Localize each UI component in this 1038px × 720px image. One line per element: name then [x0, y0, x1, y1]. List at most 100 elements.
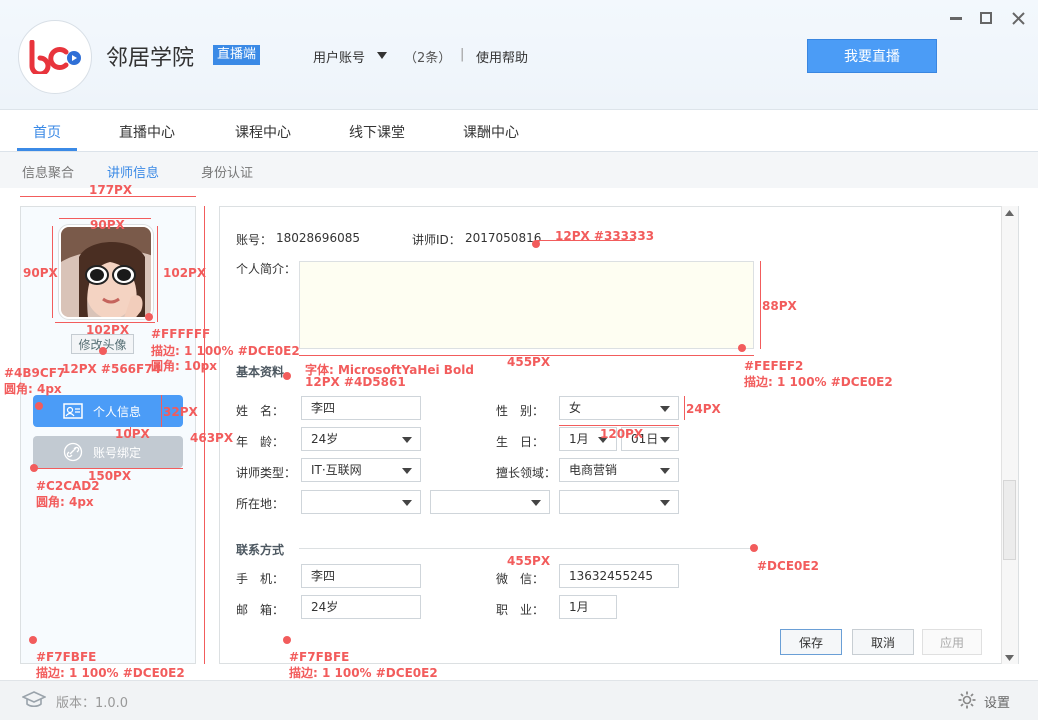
scrollbar[interactable]	[1001, 206, 1018, 664]
go-live-button[interactable]: 我要直播	[807, 39, 937, 73]
annotation-dot	[283, 636, 291, 644]
version-text: 版本：1.0.0	[56, 696, 129, 711]
account-count: （2条）	[404, 51, 452, 66]
teacher-id-value: 2017050816	[465, 231, 542, 245]
teacher-type-value: IT·互联网	[311, 463, 362, 477]
minimize-icon[interactable]	[950, 17, 964, 31]
chevron-down-icon[interactable]	[377, 52, 387, 59]
tab-fee-center[interactable]: 课酬中心	[463, 122, 519, 142]
subtab-teacher-info[interactable]: 讲师信息	[107, 162, 159, 181]
close-icon[interactable]	[1012, 12, 1026, 26]
subtab-info-aggregate[interactable]: 信息聚合	[22, 162, 74, 181]
annotation-label: 描边: 1 100% #DCE0E2	[36, 666, 185, 680]
annotation-label: 圆角: 4px	[4, 382, 62, 396]
scroll-down-icon[interactable]	[1004, 654, 1015, 662]
job-input[interactable]: 1月	[559, 595, 617, 619]
annotation-dot	[29, 636, 37, 644]
annotation-dot	[283, 372, 291, 380]
annotation-dot	[532, 240, 540, 248]
age-select[interactable]: 24岁	[301, 427, 421, 451]
annotation-label: 102PX	[86, 323, 130, 337]
name-label: 姓 名：	[236, 404, 285, 418]
scroll-up-icon[interactable]	[1004, 209, 1015, 217]
teacher-type-select[interactable]: IT·互联网	[301, 458, 421, 482]
field-select[interactable]: 电商营销	[559, 458, 679, 482]
annotation-label: 120PX	[600, 427, 644, 441]
annotation-label: 90PX	[23, 266, 58, 280]
teacher-id-label: 讲师ID：	[412, 233, 461, 247]
annotation-dot	[738, 344, 746, 352]
account-value: 18028696085	[276, 231, 360, 245]
annotation-label: 圆角: 4px	[36, 495, 94, 509]
district-select[interactable]	[559, 490, 679, 514]
gender-select[interactable]: 女	[559, 396, 679, 420]
tab-home[interactable]: 首页	[33, 122, 61, 142]
annotation-label: 88PX	[762, 299, 797, 313]
annotation-label: 32PX	[163, 405, 198, 419]
annotation-dot	[99, 347, 107, 355]
header-separator: |	[460, 47, 465, 62]
annotation-label: 12PX #566F74	[62, 362, 161, 376]
job-label: 职 业：	[496, 603, 545, 617]
maximize-icon[interactable]	[980, 12, 994, 26]
save-button[interactable]: 保存	[780, 629, 842, 655]
annotation-label: #F7FBFE	[36, 650, 97, 664]
phone-input[interactable]: 李四	[301, 564, 421, 588]
annotation-label: 455PX	[507, 355, 551, 369]
account-label: 账号：	[236, 233, 273, 247]
province-select[interactable]	[301, 490, 421, 514]
annotation-label: #FFFFFF	[151, 327, 211, 341]
subtab-identity[interactable]: 身份认证	[201, 162, 253, 181]
measure-line	[157, 226, 158, 322]
settings-link[interactable]: 设置	[984, 692, 1010, 711]
annotation-label: 455PX	[507, 554, 551, 568]
app-title: 邻居学院	[106, 46, 195, 71]
measure-line	[684, 396, 685, 420]
account-dropdown-label[interactable]: 用户账号	[313, 47, 365, 66]
wechat-input[interactable]: 13632455245	[559, 564, 679, 588]
annotation-dot	[750, 544, 758, 552]
gear-icon[interactable]	[957, 690, 977, 710]
cancel-button[interactable]: 取消	[852, 629, 914, 655]
name-input[interactable]: 李四	[301, 396, 421, 420]
tab-offline-class[interactable]: 线下课堂	[349, 122, 405, 142]
intro-textarea[interactable]	[299, 261, 754, 349]
gender-value: 女	[569, 401, 582, 415]
measure-line	[161, 395, 162, 427]
link-icon	[63, 442, 83, 462]
scroll-thumb[interactable]	[1003, 480, 1016, 560]
annotation-label: #4B9CF7	[4, 366, 66, 380]
city-select[interactable]	[430, 490, 550, 514]
annotation-label: 102PX	[163, 266, 207, 280]
annotation-dot	[145, 313, 153, 321]
field-label: 擅长领域：	[496, 466, 557, 480]
annotation-label: 12PX #333333	[555, 229, 655, 243]
annotation-label: #C2CAD2	[36, 479, 100, 493]
annotation-label: 24PX	[686, 402, 721, 416]
apply-button[interactable]: 应用	[922, 629, 982, 655]
field-value: 电商营销	[569, 463, 618, 477]
graduation-cap-icon	[22, 691, 46, 708]
annotation-label: #DCE0E2	[757, 559, 819, 573]
location-label: 所在地：	[236, 497, 285, 511]
annotation-label: 描边: 1 100% #DCE0E2	[289, 666, 438, 680]
avatar	[59, 225, 153, 319]
section-divider	[299, 548, 754, 549]
help-link[interactable]: 使用帮助	[476, 47, 528, 66]
measure-line	[559, 425, 679, 426]
age-label: 年 龄：	[236, 435, 285, 449]
annotation-label: 10PX	[115, 427, 150, 441]
tab-live-center[interactable]: 直播中心	[119, 122, 175, 142]
teacher-type-label: 讲师类型：	[236, 466, 297, 480]
id-card-icon	[63, 403, 83, 419]
logo-icon	[29, 40, 81, 74]
sidebar-item-account-binding[interactable]: 账号绑定	[33, 436, 183, 468]
wechat-label: 微 信：	[496, 572, 545, 586]
tab-course-center[interactable]: 课程中心	[235, 122, 291, 142]
email-input[interactable]: 24岁	[301, 595, 421, 619]
birthday-label: 生 日：	[496, 435, 545, 449]
measure-line	[760, 261, 761, 349]
annotation-label: 描边: 1 100% #DCE0E2	[744, 375, 893, 389]
annotation-label: #FEFEF2	[744, 359, 804, 373]
basic-section-title: 基本资料	[236, 365, 285, 379]
